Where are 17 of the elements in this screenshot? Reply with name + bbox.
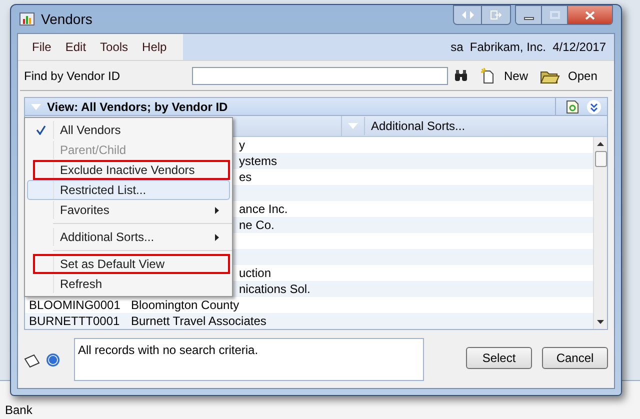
vendor-id: BLOOMING0001: [28, 297, 122, 314]
vendor-id: BURNETTT0001: [28, 313, 121, 330]
vendor-name: nications Sol.: [239, 281, 310, 298]
window-title: Vendors: [41, 10, 92, 28]
vendor-name: Burnett Travel Associates: [131, 313, 266, 330]
background-label: Bank: [5, 402, 32, 419]
field-label: Find by Vendor ID: [24, 68, 122, 84]
vendor-name: ne Co.: [239, 217, 274, 234]
view-title: View: All Vendors; by Vendor ID: [47, 98, 228, 116]
status-text: All records with no search criteria.: [78, 343, 258, 357]
user-company-date: sa Fabrikam, Inc. 4/12/2017: [450, 39, 606, 56]
vendor-name: uction: [239, 265, 272, 282]
vendor-name: Bloomington County: [131, 297, 240, 314]
vendor-name: y: [239, 137, 245, 154]
vendor-name: ance Inc.: [239, 201, 288, 218]
vendor-name: es: [239, 169, 252, 186]
vendor-name: ystems: [239, 153, 278, 170]
